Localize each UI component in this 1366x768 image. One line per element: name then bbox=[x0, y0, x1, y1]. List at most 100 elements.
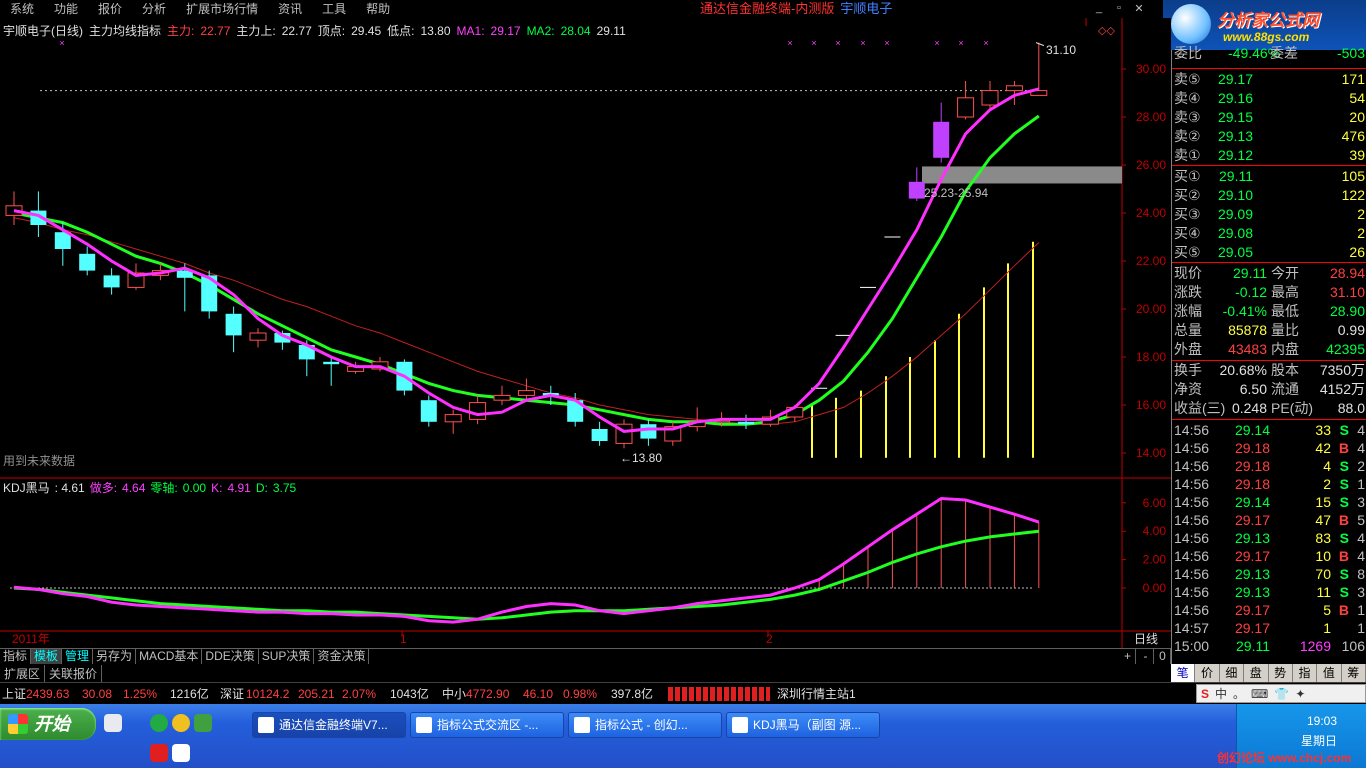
tick-row[interactable]: 14:56 29.18 42 B 4 bbox=[1174, 439, 1365, 457]
tab-sup[interactable]: SUP决策 bbox=[259, 649, 315, 664]
sell-row[interactable]: 卖② 29.13 476 bbox=[1174, 127, 1365, 146]
zl-label: 主力: bbox=[167, 24, 195, 38]
ime-mode[interactable]: 中 bbox=[1215, 685, 1227, 702]
desktop-icon[interactable] bbox=[104, 714, 122, 732]
resistance-band bbox=[922, 166, 1122, 184]
panel-tab-price[interactable]: 价 bbox=[1195, 664, 1220, 682]
minimize-icon[interactable]: _ bbox=[1092, 2, 1106, 15]
logo: 分析家公式网 www.88gs.com bbox=[1163, 0, 1366, 50]
tick-row[interactable]: 14:56 29.14 15 S 3 bbox=[1174, 493, 1365, 511]
tab-template[interactable]: 模板 bbox=[31, 649, 63, 664]
tick-row[interactable]: 14:57 29.17 1 1 bbox=[1174, 619, 1365, 637]
chart-svg[interactable]: 30.0028.0026.0024.0022.0020.0018.0016.00… bbox=[0, 18, 1171, 648]
ind-axis-label: 4.00 bbox=[1143, 524, 1167, 538]
sell-row[interactable]: 卖① 29.12 39 bbox=[1174, 146, 1365, 165]
tab-save-as[interactable]: 另存为 bbox=[93, 649, 137, 664]
zls-label: 主力上: bbox=[236, 24, 276, 38]
buy-row[interactable]: 买③ 29.09 2 bbox=[1174, 205, 1365, 224]
ime-bar[interactable]: S 中 。 ⌨ 👕 ✦ bbox=[1196, 684, 1366, 703]
tick-row[interactable]: 14:56 29.17 10 B 4 bbox=[1174, 547, 1365, 565]
tab-indicator[interactable]: 指标 bbox=[0, 649, 32, 664]
panel-tab-ticks[interactable]: 笔 bbox=[1171, 664, 1196, 682]
buy-price: 29.11 bbox=[1219, 168, 1253, 184]
help-icon[interactable] bbox=[172, 744, 190, 762]
buy-row[interactable]: 买④ 29.08 2 bbox=[1174, 224, 1365, 243]
menu-extended-market[interactable]: 扩展市场行情 bbox=[176, 0, 268, 18]
buy-row[interactable]: 买② 29.10 122 bbox=[1174, 186, 1365, 205]
ime-punct[interactable]: 。 bbox=[1233, 685, 1245, 702]
tab-related-quote[interactable]: 关联报价 bbox=[45, 664, 103, 682]
panel-tab-index[interactable]: 指 bbox=[1293, 664, 1318, 682]
task-forum[interactable]: 指标公式交流区 -... bbox=[410, 712, 564, 738]
menu-function[interactable]: 功能 bbox=[44, 0, 88, 18]
ime-shirt-icon[interactable]: 👕 bbox=[1274, 687, 1289, 701]
tab-macd[interactable]: MACD基本 bbox=[136, 649, 203, 664]
stat2-value2: 7350万 bbox=[1319, 362, 1365, 378]
candle-body bbox=[225, 313, 242, 336]
restore-icon[interactable]: ▫ bbox=[1112, 2, 1126, 15]
tab-capital[interactable]: 资金决策 bbox=[314, 649, 370, 664]
tick-side: S bbox=[1339, 566, 1349, 582]
tick-row[interactable]: 14:56 29.18 4 S 2 bbox=[1174, 457, 1365, 475]
menu-help[interactable]: 帮助 bbox=[356, 0, 400, 18]
panel-tab-book[interactable]: 盘 bbox=[1244, 664, 1269, 682]
menu-tools[interactable]: 工具 bbox=[312, 0, 356, 18]
menu-news[interactable]: 资讯 bbox=[268, 0, 312, 18]
stat2-value: 0.248 bbox=[1231, 400, 1267, 416]
tab-extended[interactable]: 扩展区 bbox=[0, 664, 46, 682]
browser-icon[interactable] bbox=[150, 714, 168, 732]
ind-zero-label: 零轴: bbox=[150, 481, 178, 495]
reset-button[interactable]: 0 bbox=[1155, 649, 1171, 664]
start-button[interactable]: 开始 bbox=[0, 708, 96, 740]
sell-row[interactable]: 卖⑤ 29.17 171 bbox=[1174, 70, 1365, 89]
buy-row[interactable]: 买⑤ 29.05 26 bbox=[1174, 243, 1365, 262]
ime-tool-icon[interactable]: ✦ bbox=[1295, 687, 1305, 701]
tick-row[interactable]: 15:00 29.11 1269 106 bbox=[1174, 637, 1365, 655]
sell-row[interactable]: 卖③ 29.15 20 bbox=[1174, 108, 1365, 127]
panel-tab-trend[interactable]: 势 bbox=[1269, 664, 1293, 682]
tab-manage[interactable]: 管理 bbox=[62, 649, 94, 664]
high-arrow bbox=[1035, 42, 1045, 47]
tick-row[interactable]: 14:56 29.13 70 S 8 bbox=[1174, 565, 1365, 583]
menu-quote[interactable]: 报价 bbox=[88, 0, 132, 18]
panel-tab-value[interactable]: 值 bbox=[1317, 664, 1342, 682]
chart-area[interactable]: 30.00 28.00 26.00 24.00 22.00 20.00 18.00 16.00… bbox=[0, 18, 1171, 648]
station-name[interactable]: 深圳行情主站1 bbox=[777, 683, 856, 705]
sell-row[interactable]: 卖④ 29.16 54 bbox=[1174, 89, 1365, 108]
task-formula[interactable]: 指标公式 - 创幻... bbox=[568, 712, 722, 738]
task-tdx[interactable]: 通达信金融终端V7... bbox=[252, 712, 406, 738]
panel-tab-chips[interactable]: 筹 bbox=[1342, 664, 1366, 682]
tick-row[interactable]: 14:56 29.17 47 B 5 bbox=[1174, 511, 1365, 529]
task-kdj[interactable]: KDJ黑马（副图 源... bbox=[726, 712, 880, 738]
tick-time: 14:56 bbox=[1174, 440, 1210, 456]
stat2-label2: PE(动) bbox=[1271, 400, 1313, 416]
sogou-icon[interactable] bbox=[150, 744, 168, 762]
tick-row[interactable]: 14:56 29.13 83 S 4 bbox=[1174, 529, 1365, 547]
ime-keyboard-icon[interactable]: ⌨ bbox=[1251, 687, 1268, 701]
sell-label: 卖① bbox=[1174, 147, 1201, 163]
clock-time[interactable]: 19:03 bbox=[1307, 714, 1337, 728]
tick-row[interactable]: 14:56 29.18 2 S 1 bbox=[1174, 475, 1365, 493]
stat-row: 涨跌 -0.12 最高 31.10 bbox=[1174, 283, 1365, 302]
tab-dde[interactable]: DDE决策 bbox=[202, 649, 259, 664]
tick-row[interactable]: 14:56 29.14 33 S 4 bbox=[1174, 421, 1365, 439]
tick-volume: 11 bbox=[1316, 584, 1331, 600]
zoom-in-button[interactable]: + bbox=[1120, 649, 1136, 664]
menu-analysis[interactable]: 分析 bbox=[132, 0, 176, 18]
app-icon[interactable] bbox=[194, 714, 212, 732]
close-icon[interactable]: ✕ bbox=[1132, 2, 1146, 15]
panel-tab-detail[interactable]: 细 bbox=[1220, 664, 1245, 682]
menu-system[interactable]: 系统 bbox=[0, 0, 44, 18]
tick-row[interactable]: 14:56 29.17 5 B 1 bbox=[1174, 601, 1365, 619]
tick-time: 14:57 bbox=[1174, 620, 1210, 636]
tick-count: 1 bbox=[1357, 476, 1365, 492]
buy-label: 买④ bbox=[1174, 225, 1201, 241]
window-title-text: 通达信金融终端-内测版 bbox=[700, 1, 835, 16]
buy-row[interactable]: 买① 29.11 105 bbox=[1174, 167, 1365, 186]
tick-row[interactable]: 14:56 29.13 11 S 3 bbox=[1174, 583, 1365, 601]
media-icon[interactable] bbox=[172, 714, 190, 732]
ind-axis-label: 6.00 bbox=[1143, 496, 1167, 510]
buy-price: 29.10 bbox=[1217, 187, 1253, 203]
zoom-out-button[interactable]: - bbox=[1138, 649, 1154, 664]
indicator-header: KDJ黑马: 4.61 做多: 4.64 零轴: 0.00 K: 4.91 D: 3.75 bbox=[3, 479, 301, 496]
